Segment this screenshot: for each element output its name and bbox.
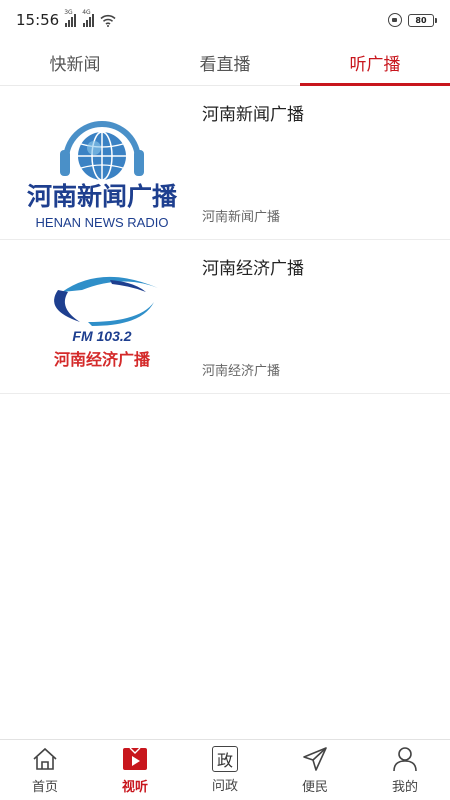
nav-wenzheng[interactable]: 政 问政 <box>180 740 270 800</box>
user-icon <box>393 747 417 772</box>
status-right: 80 <box>388 13 437 27</box>
nav-label: 视听 <box>121 780 148 795</box>
tv-play-icon <box>123 747 147 770</box>
home-icon <box>33 747 57 770</box>
bottom-nav: 首页 视听 政 问政 便民 我的 <box>0 739 450 800</box>
nav-wode[interactable]: 我的 <box>360 740 450 800</box>
nav-label: 便民 <box>301 780 328 795</box>
station-subtitle: 河南经济广播 <box>202 364 281 379</box>
paper-plane-icon <box>303 747 327 771</box>
logo-cn-text: 河南经济广播 <box>53 350 150 369</box>
top-tabs: 快新闻 看直播 听广播 <box>0 40 450 86</box>
station-info: 河南经济广播 河南经济广播 <box>188 250 450 393</box>
station-item[interactable]: FM 103.2 河南经济广播 河南经济广播 河南经济广播 <box>0 240 450 394</box>
nav-bianmin[interactable]: 便民 <box>270 740 360 800</box>
rotation-lock-icon <box>388 13 402 27</box>
battery-level: 80 <box>415 15 427 25</box>
status-bar: 15:56 3G 4G 80 <box>0 0 450 40</box>
tab-label: 看直播 <box>199 55 251 75</box>
nav-label: 首页 <box>31 780 58 795</box>
tab-kuai-xinwen[interactable]: 快新闻 <box>0 40 150 85</box>
tab-ting-guangbo[interactable]: 听广播 <box>300 40 450 86</box>
station-subtitle: 河南新闻广播 <box>202 210 281 225</box>
signal-1-icon: 3G <box>64 9 77 27</box>
nav-label: 问政 <box>211 779 238 794</box>
nav-shiting[interactable]: 视听 <box>90 740 180 800</box>
nav-home[interactable]: 首页 <box>0 740 90 800</box>
signal-2-icon: 4G <box>82 9 95 27</box>
station-title: 河南经济广播 <box>202 259 304 279</box>
station-title: 河南新闻广播 <box>202 105 304 125</box>
station-info: 河南新闻广播 河南新闻广播 <box>188 96 450 239</box>
wifi-icon <box>100 14 116 27</box>
station-list: 河南新闻广播 HENAN NEWS RADIO 河南新闻广播 河南新闻广播 FM… <box>0 86 450 394</box>
logo-fm-text: FM 103.2 <box>72 328 132 344</box>
logo-text: 河南新闻广播 HENAN NEWS RADIO <box>16 177 188 230</box>
battery-icon: 80 <box>408 13 437 27</box>
tab-kan-zhibo[interactable]: 看直播 <box>150 40 300 85</box>
zheng-glyph: 政 <box>216 751 233 770</box>
tab-label: 快新闻 <box>49 55 101 75</box>
status-time: 15:56 <box>16 11 60 29</box>
logo-cn-text: 河南新闻广播 <box>26 181 177 211</box>
network-type-2: 4G <box>82 8 91 16</box>
nav-label: 我的 <box>391 780 418 795</box>
station-logo: FM 103.2 河南经济广播 <box>16 250 188 384</box>
network-type-1: 3G <box>64 8 73 16</box>
station-item[interactable]: 河南新闻广播 HENAN NEWS RADIO 河南新闻广播 河南新闻广播 <box>0 86 450 240</box>
tab-label: 听广播 <box>349 55 401 75</box>
station-logo: 河南新闻广播 HENAN NEWS RADIO <box>16 96 188 230</box>
logo-en-text: HENAN NEWS RADIO <box>35 214 169 230</box>
status-signals: 3G 4G <box>64 9 116 27</box>
zheng-box-icon: 政 <box>212 746 238 772</box>
logo-text: FM 103.2 河南经济广播 <box>16 328 188 370</box>
